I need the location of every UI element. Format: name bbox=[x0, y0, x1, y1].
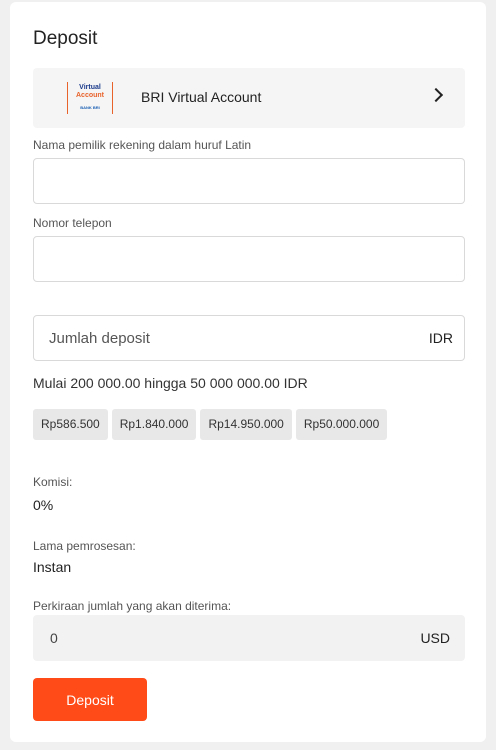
phone-input[interactable] bbox=[34, 237, 464, 281]
deposit-range-text: Mulai 200 000.00 hingga 50 000 000.00 ID… bbox=[33, 375, 308, 391]
amount-currency: IDR bbox=[428, 330, 453, 346]
account-holder-field[interactable] bbox=[33, 158, 465, 204]
amount-field[interactable]: IDR bbox=[33, 315, 465, 361]
preset-amount-chip[interactable]: Rp1.840.000 bbox=[111, 409, 197, 440]
account-holder-label: Nama pemilik rekening dalam huruf Latin bbox=[33, 138, 252, 152]
estimated-amount-field: 0 USD bbox=[33, 615, 465, 661]
account-holder-input[interactable] bbox=[34, 159, 464, 203]
deposit-card: Deposit Virtual Account BANK BRI BRI Vir… bbox=[10, 2, 486, 742]
estimated-amount-value: 0 bbox=[50, 630, 58, 646]
virtual-account-logo: Virtual Account BANK BRI bbox=[67, 82, 113, 114]
estimated-amount-currency: USD bbox=[420, 630, 450, 646]
processing-time-label: Lama pemrosesan: bbox=[33, 539, 136, 553]
deposit-submit-button[interactable]: Deposit bbox=[33, 678, 147, 721]
commission-value: 0% bbox=[33, 497, 54, 513]
phone-label: Nomor telepon bbox=[33, 216, 112, 230]
phone-field[interactable] bbox=[33, 236, 465, 282]
processing-time-value: Instan bbox=[33, 559, 72, 575]
chevron-right-icon bbox=[428, 87, 444, 103]
amount-input[interactable] bbox=[34, 316, 464, 360]
preset-amount-chip[interactable]: Rp14.950.000 bbox=[200, 409, 292, 440]
estimate-label: Perkiraan jumlah yang akan diterima: bbox=[33, 599, 232, 613]
preset-amount-chip[interactable]: Rp50.000.000 bbox=[295, 409, 388, 440]
payment-method-name: BRI Virtual Account bbox=[141, 89, 262, 105]
payment-method-selector[interactable]: Virtual Account BANK BRI BRI Virtual Acc… bbox=[33, 68, 465, 128]
preset-amount-chip[interactable]: Rp586.500 bbox=[33, 409, 108, 440]
commission-label: Komisi: bbox=[33, 475, 73, 489]
page-title: Deposit bbox=[33, 28, 98, 49]
preset-amounts: Rp586.500 Rp1.840.000 Rp14.950.000 Rp50.… bbox=[33, 409, 388, 440]
